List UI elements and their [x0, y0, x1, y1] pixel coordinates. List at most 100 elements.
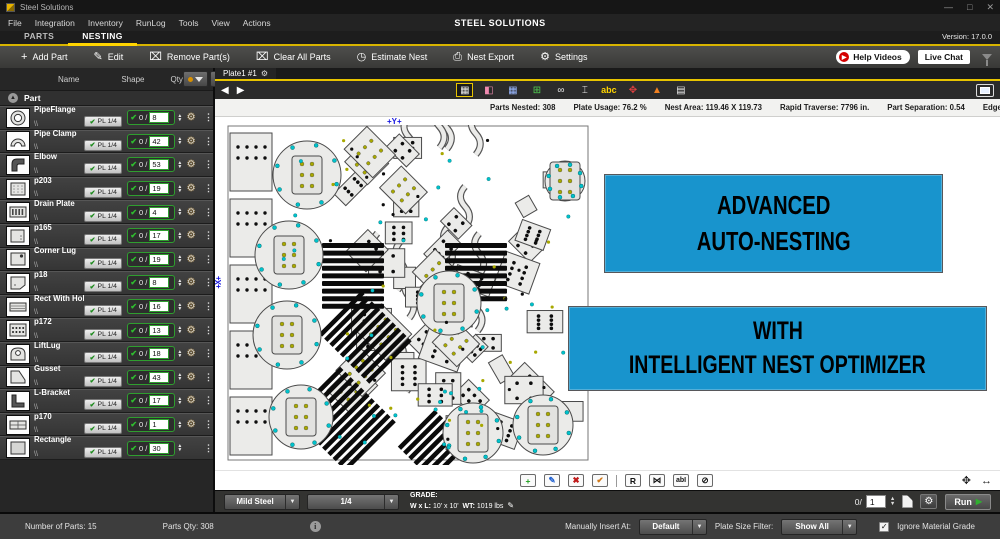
- tab-parts[interactable]: PARTS: [10, 31, 68, 44]
- material-thickness-button[interactable]: ✔PL 1/4: [84, 140, 122, 151]
- part-settings-gear-icon[interactable]: ⚙: [186, 136, 196, 147]
- ignore-material-grade-checkbox[interactable]: ✓: [879, 522, 889, 532]
- qty-spinner[interactable]: ▲▼: [177, 279, 182, 287]
- part-row-elbow[interactable]: Elbow\\✔PL 1/4✔0 /53▲▼⚙⋮: [0, 153, 213, 177]
- label-icon[interactable]: abI: [673, 474, 689, 487]
- menu-runlog[interactable]: RunLog: [136, 18, 166, 28]
- part-settings-gear-icon[interactable]: ⚙: [186, 419, 196, 430]
- part-row-liftlug[interactable]: LiftLug\\✔PL 1/4✔0 /18▲▼⚙⋮: [0, 342, 213, 366]
- part-row-gusset[interactable]: Gusset\\✔PL 1/4✔0 /43▲▼⚙⋮: [0, 366, 213, 390]
- row-menu-icon[interactable]: ⋮: [204, 112, 213, 123]
- row-menu-icon[interactable]: ⋮: [204, 443, 213, 454]
- run-counter-input[interactable]: 1: [866, 495, 886, 508]
- settings-button[interactable]: ⚙Settings: [527, 46, 600, 68]
- plate-settings-gear-icon[interactable]: ⚙: [261, 69, 268, 78]
- measure-grid-icon[interactable]: ▦: [456, 83, 473, 97]
- edit-button[interactable]: ✎Edit: [80, 46, 136, 68]
- remove-parts-button[interactable]: ⌧Remove Part(s): [136, 46, 243, 68]
- bridge-icon[interactable]: ⌶: [576, 83, 593, 97]
- part-row-l-bracket[interactable]: L-Bracket\\✔PL 1/4✔0 /17▲▼⚙⋮: [0, 389, 213, 413]
- material-thickness-button[interactable]: ✔PL 1/4: [84, 352, 122, 363]
- edit-pencil-icon[interactable]: ✎: [507, 501, 514, 510]
- insert-at-dropdown[interactable]: Default ▼: [639, 519, 707, 535]
- help-videos-button[interactable]: ▶ Help Videos: [836, 50, 910, 64]
- qty-spinner[interactable]: ▲▼: [177, 397, 182, 405]
- qty-input[interactable]: 4: [149, 207, 169, 218]
- parts-filter-button[interactable]: [183, 71, 208, 87]
- part-row-pipeflange[interactable]: PipeFlange\\✔PL 1/4✔0 /8▲▼⚙⋮: [0, 106, 213, 130]
- delete-plate-icon[interactable]: ✖: [568, 474, 584, 487]
- part-settings-gear-icon[interactable]: ⚙: [186, 230, 196, 241]
- qty-input[interactable]: 16: [149, 301, 169, 312]
- plate-print-icon[interactable]: ▤: [672, 83, 689, 97]
- qty-input[interactable]: 42: [149, 136, 169, 147]
- plate-tab[interactable]: Plate1 #1 ⚙: [215, 68, 276, 79]
- mirror-icon[interactable]: ⋈: [649, 474, 665, 487]
- part-group-header[interactable]: ▲ Part: [0, 90, 213, 106]
- part-settings-gear-icon[interactable]: ⚙: [186, 183, 196, 194]
- fit-width-icon[interactable]: ↔: [981, 475, 992, 487]
- row-menu-icon[interactable]: ⋮: [204, 301, 213, 312]
- qty-input[interactable]: 43: [149, 372, 169, 383]
- part-settings-gear-icon[interactable]: ⚙: [186, 112, 196, 123]
- qty-input[interactable]: 53: [149, 159, 169, 170]
- prev-plate-button[interactable]: ◀: [221, 85, 229, 96]
- plate-size-filter-dropdown[interactable]: Show All ▼: [781, 519, 857, 535]
- select-grid-icon[interactable]: ▦: [504, 83, 521, 97]
- material-thickness-button[interactable]: ✔PL 1/4: [84, 423, 122, 434]
- part-row-p170[interactable]: p170\\✔PL 1/4✔0 /1▲▼⚙⋮: [0, 413, 213, 437]
- part-row-rectangle[interactable]: Rectangle\\✔PL 1/4✔0 /30▲▼⋮: [0, 436, 213, 460]
- hide-eye-icon[interactable]: ⊘: [697, 474, 713, 487]
- material-thickness-button[interactable]: ✔PL 1/4: [84, 376, 122, 387]
- part-settings-gear-icon[interactable]: ⚙: [186, 159, 196, 170]
- edit-plate-icon[interactable]: ✎: [544, 474, 560, 487]
- chain-link-icon[interactable]: ∞: [552, 83, 569, 97]
- nest-settings-gear-icon[interactable]: ⚙: [920, 494, 937, 509]
- filter-funnel-icon[interactable]: [982, 54, 992, 60]
- material-thickness-button[interactable]: ✔PL 1/4: [84, 187, 122, 198]
- material-thickness-button[interactable]: ✔PL 1/4: [84, 258, 122, 269]
- qty-spinner[interactable]: ▲▼: [177, 114, 182, 122]
- next-plate-button[interactable]: ▶: [237, 85, 245, 96]
- add-plate-icon[interactable]: +: [520, 474, 536, 487]
- part-row-rect-with-holes[interactable]: Rect With Holes\\✔PL 1/4✔0 /16▲▼⚙⋮: [0, 295, 213, 319]
- counter-spinner[interactable]: ▲▼: [890, 497, 895, 506]
- add-part-button[interactable]: +Add Part: [8, 46, 80, 68]
- insert-list-icon[interactable]: ⊞: [528, 83, 545, 97]
- row-menu-icon[interactable]: ⋮: [204, 207, 213, 218]
- menu-file[interactable]: File: [8, 18, 22, 28]
- menu-view[interactable]: View: [211, 18, 229, 28]
- material-thickness-button[interactable]: ✔PL 1/4: [84, 163, 122, 174]
- qty-spinner[interactable]: ▲▼: [177, 137, 182, 145]
- row-menu-icon[interactable]: ⋮: [204, 372, 213, 383]
- row-menu-icon[interactable]: ⋮: [204, 230, 213, 241]
- menu-inventory[interactable]: Inventory: [88, 18, 123, 28]
- qty-spinner[interactable]: ▲▼: [177, 185, 182, 193]
- qty-spinner[interactable]: ▲▼: [177, 208, 182, 216]
- menu-integration[interactable]: Integration: [35, 18, 75, 28]
- material-thickness-button[interactable]: ✔PL 1/4: [84, 447, 122, 458]
- nest-export-button[interactable]: ⎙Nest Export: [440, 46, 527, 68]
- row-menu-icon[interactable]: ⋮: [204, 325, 213, 336]
- row-menu-icon[interactable]: ⋮: [204, 277, 213, 288]
- part-row-p203[interactable]: p203\\✔PL 1/4✔0 /19▲▼⚙⋮: [0, 177, 213, 201]
- close-button[interactable]: ✕: [986, 1, 994, 13]
- qty-spinner[interactable]: ▲▼: [177, 255, 182, 263]
- report-doc-icon[interactable]: [902, 495, 913, 508]
- qty-input[interactable]: 1: [149, 419, 169, 430]
- row-menu-icon[interactable]: ⋮: [204, 348, 213, 359]
- eraser-icon[interactable]: ◧: [480, 83, 497, 97]
- abc-label-icon[interactable]: abc: [600, 83, 617, 97]
- qty-spinner[interactable]: ▲▼: [177, 373, 182, 381]
- part-settings-gear-icon[interactable]: ⚙: [186, 395, 196, 406]
- material-thickness-button[interactable]: ✔PL 1/4: [84, 329, 122, 340]
- material-thickness-button[interactable]: ✔PL 1/4: [84, 281, 122, 292]
- qty-input[interactable]: 17: [149, 230, 169, 241]
- qty-input[interactable]: 17: [149, 395, 169, 406]
- material-thickness-button[interactable]: ✔PL 1/4: [84, 305, 122, 316]
- pan-icon[interactable]: ✥: [962, 474, 971, 487]
- qty-input[interactable]: 13: [149, 325, 169, 336]
- qty-input[interactable]: 8: [149, 277, 169, 288]
- part-settings-gear-icon[interactable]: ⚙: [186, 301, 196, 312]
- menu-actions[interactable]: Actions: [243, 18, 271, 28]
